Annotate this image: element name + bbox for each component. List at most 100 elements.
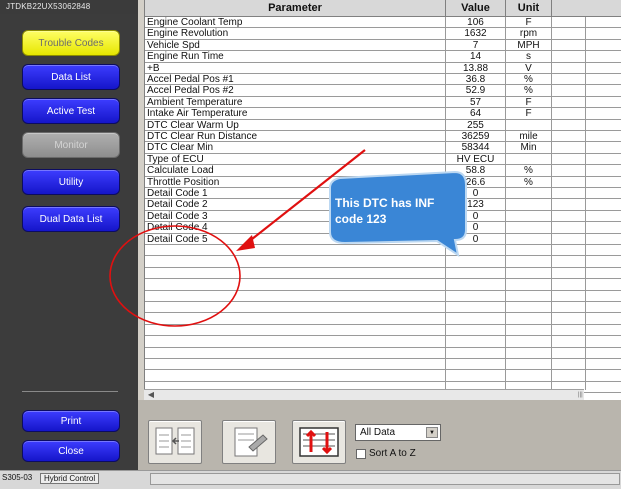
cell-value: 1632 (446, 28, 506, 39)
cell-blank (552, 234, 621, 244)
cell-value (446, 302, 506, 313)
cell-parameter: Engine Run Time (145, 51, 446, 62)
scroll-area-divider (585, 17, 586, 390)
table-row[interactable]: Type of ECU HV ECU (145, 153, 621, 166)
cell-blank (552, 85, 621, 95)
cell-unit: s (506, 51, 552, 62)
scroll-grip-icon[interactable]: ||| (578, 390, 586, 400)
cell-unit: F (506, 96, 552, 108)
cell-value: 106 (446, 17, 506, 28)
table-row[interactable]: Engine Coolant Temp 106 F (145, 17, 621, 29)
column-header-value[interactable]: Value (446, 0, 506, 17)
table-row[interactable] (145, 336, 621, 348)
cell-value: 14 (446, 51, 506, 62)
snapshot-button[interactable] (148, 420, 202, 464)
cell-blank (552, 348, 621, 358)
table-row[interactable] (145, 279, 621, 291)
cell-blank (552, 291, 621, 301)
cell-parameter: Engine Revolution (145, 28, 446, 39)
swap-button[interactable] (292, 420, 346, 464)
dual-data-list-button[interactable]: Dual Data List (22, 206, 120, 232)
table-row[interactable]: Detail Code 50 (145, 233, 621, 245)
table-row[interactable]: Ambient Temperature 57 F (145, 96, 621, 109)
table-row[interactable]: Vehicle Spd 7 MPH (145, 39, 621, 52)
cell-blank (552, 211, 621, 221)
cell-parameter (145, 324, 446, 336)
cell-unit (506, 370, 552, 381)
cell-unit (506, 336, 552, 347)
table-row[interactable]: +B 13.88 V (145, 62, 621, 74)
cell-unit: % (506, 85, 552, 96)
cell-blank (552, 302, 621, 312)
cell-blank (552, 256, 621, 266)
chevron-down-icon[interactable]: ▼ (426, 427, 438, 438)
horizontal-scrollbar[interactable]: ◀ ||| (144, 389, 584, 400)
record-button[interactable] (222, 420, 276, 464)
table-row[interactable]: DTC Clear Min 58344 Min (145, 142, 621, 154)
table-row[interactable] (145, 359, 621, 371)
cell-blank (552, 108, 621, 118)
table-row[interactable] (145, 267, 621, 280)
cell-parameter: Intake Air Temperature (145, 108, 446, 119)
table-row[interactable] (145, 313, 621, 325)
cell-unit (506, 153, 552, 165)
cell-unit (506, 210, 552, 222)
table-row[interactable] (145, 256, 621, 268)
table-row[interactable]: Throttle Position 26.6% (145, 176, 621, 188)
cell-parameter (145, 290, 446, 301)
data-filter-select[interactable]: All Data ▼ (355, 424, 441, 441)
cell-parameter: DTC Clear Min (145, 142, 446, 153)
column-header-unit[interactable]: Unit (506, 0, 552, 17)
status-code: S305-03 (2, 473, 33, 482)
table-row[interactable] (145, 324, 621, 337)
table-row[interactable]: Accel Pedal Pos #2 52.9% (145, 85, 621, 97)
table-row[interactable] (145, 347, 621, 359)
cell-unit: % (506, 176, 552, 187)
utility-button[interactable]: Utility (22, 169, 120, 195)
table-row[interactable]: Intake Air Temperature 64 F (145, 108, 621, 120)
record-icon (234, 427, 268, 457)
cell-unit (506, 347, 552, 358)
table-row[interactable]: Engine Revolution 1632 rpm (145, 28, 621, 40)
cell-unit (506, 290, 552, 301)
sort-checkbox[interactable]: Sort A to Z (356, 448, 416, 459)
table-row[interactable]: Engine Run Time 14 s (145, 51, 621, 63)
scroll-left-icon[interactable]: ◀ (146, 390, 156, 400)
cell-unit: % (506, 165, 552, 176)
cell-unit (506, 188, 552, 199)
close-button[interactable]: Close (22, 440, 120, 462)
cell-parameter: Ambient Temperature (145, 96, 446, 108)
column-header-parameter[interactable]: Parameter (145, 0, 446, 17)
cell-parameter (145, 370, 446, 381)
cell-unit: % (506, 74, 552, 85)
table-row[interactable]: DTC Clear Run Distance 36259 mile (145, 131, 621, 143)
table-row[interactable]: DTC Clear Warm Up 255 (145, 119, 621, 131)
cell-unit (506, 119, 552, 130)
cell-blank (552, 142, 621, 152)
data-list-button[interactable]: Data List (22, 64, 120, 90)
table-row[interactable]: Calculate Load 58.8% (145, 165, 621, 177)
sort-checkbox-box[interactable] (356, 448, 366, 459)
table-row[interactable] (145, 370, 621, 382)
cell-blank (552, 74, 621, 84)
cell-blank (552, 370, 621, 380)
monitor-button[interactable]: Monitor (22, 132, 120, 158)
cell-blank (552, 17, 621, 27)
cell-value: 7 (446, 39, 506, 51)
print-button[interactable]: Print (22, 410, 120, 432)
cell-parameter: Throttle Position (145, 176, 446, 187)
active-test-button[interactable]: Active Test (22, 98, 120, 124)
cell-blank (552, 165, 621, 175)
table-row[interactable] (145, 290, 621, 302)
table-row[interactable] (145, 302, 621, 314)
trouble-codes-button[interactable]: Trouble Codes (22, 30, 120, 56)
cell-value: 13.88 (446, 62, 506, 73)
cell-unit (506, 267, 552, 279)
status-module: Hybrid Control (40, 473, 100, 484)
table-row[interactable] (145, 245, 621, 257)
cell-parameter (145, 359, 446, 370)
cell-parameter (145, 279, 446, 290)
table-row[interactable]: Accel Pedal Pos #1 36.8% (145, 74, 621, 86)
cell-unit (506, 324, 552, 336)
cell-parameter (145, 267, 446, 279)
